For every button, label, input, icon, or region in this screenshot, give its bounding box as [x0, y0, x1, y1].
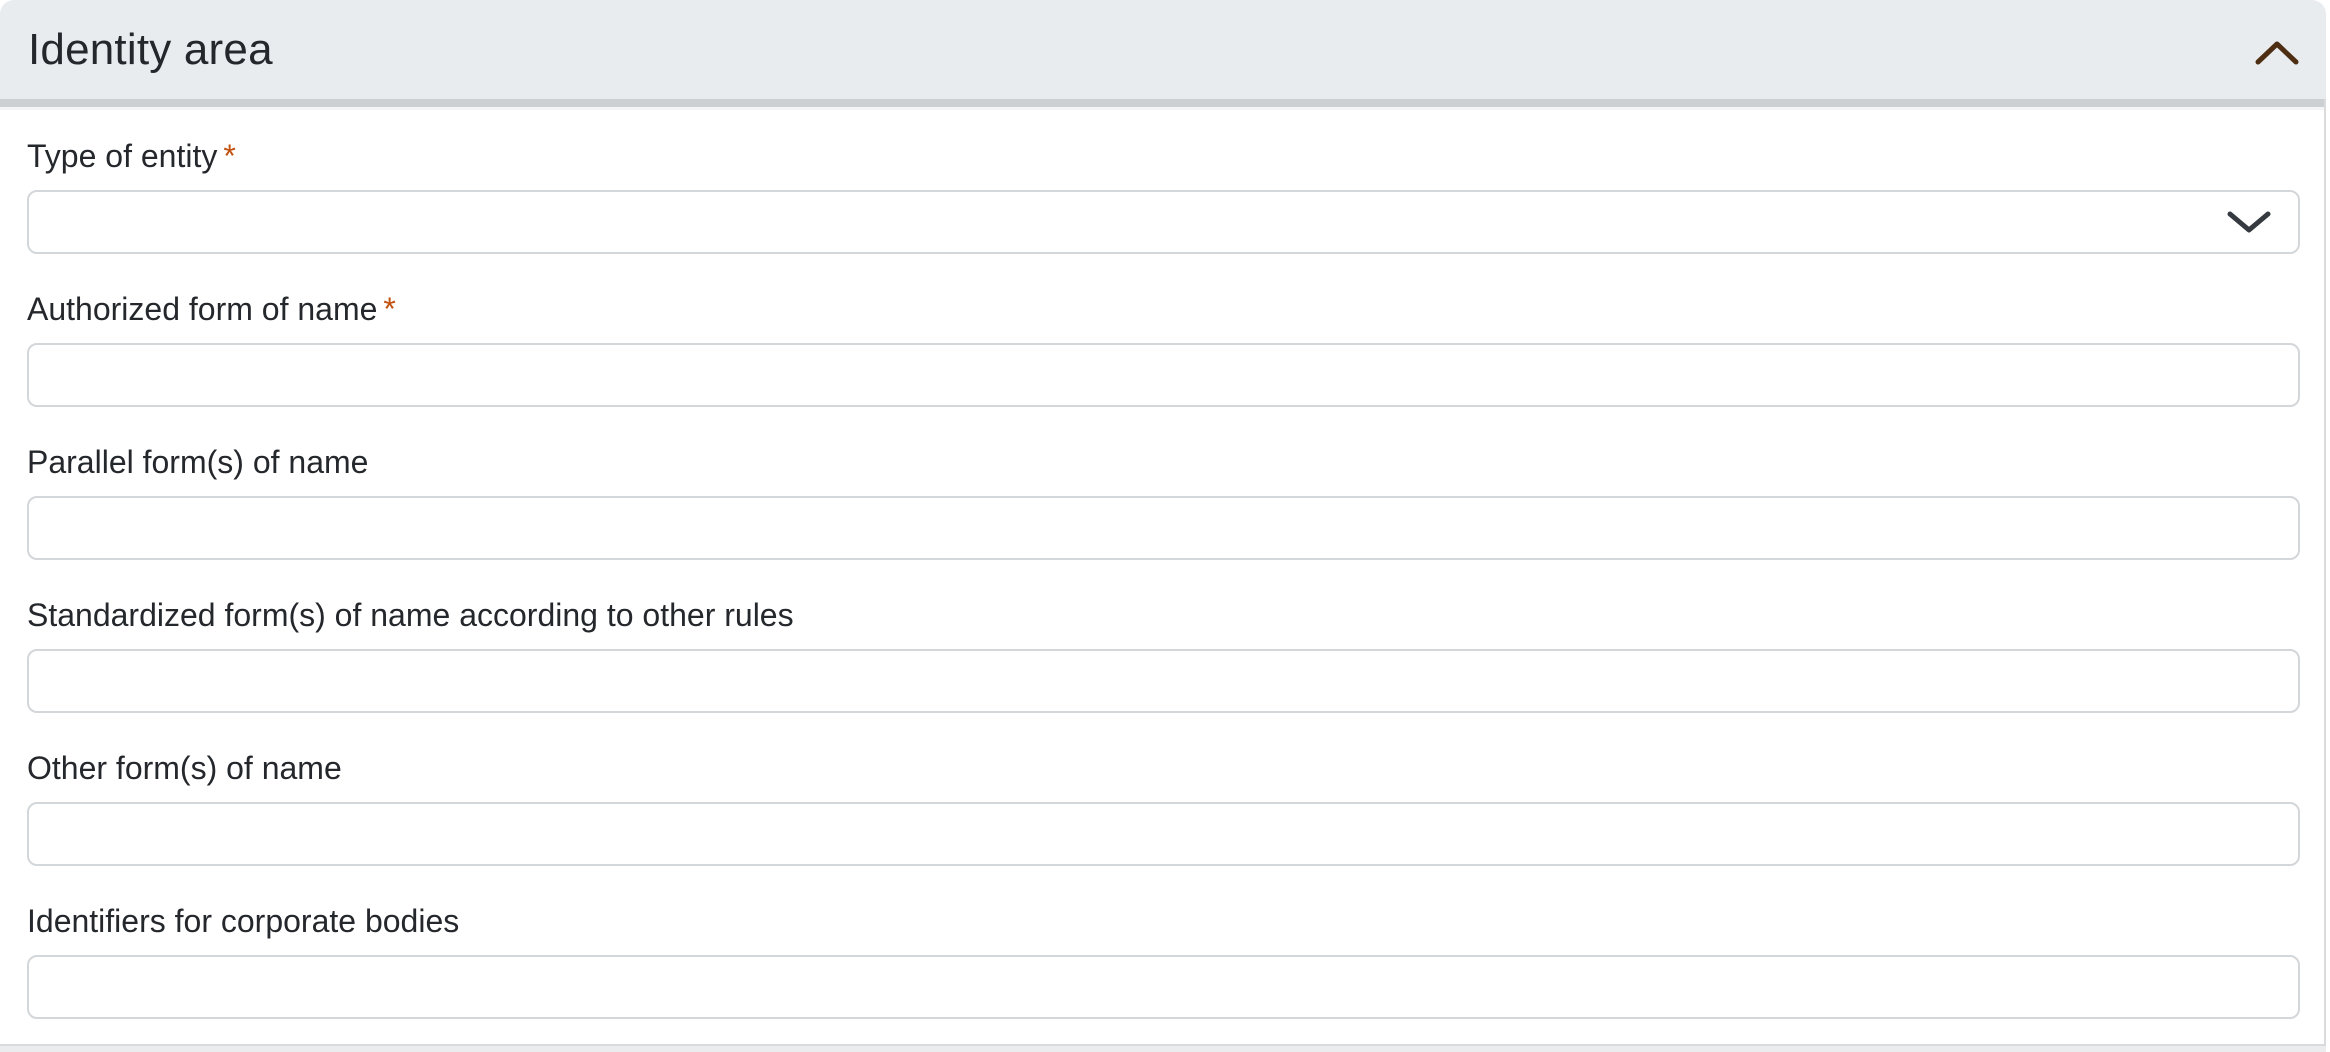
required-asterisk: * [377, 291, 395, 327]
type-of-entity-select[interactable] [27, 190, 2300, 254]
other-forms-of-name-label: Other form(s) of name [27, 749, 2300, 787]
field-identifiers-for-corporate-bodies: Identifiers for corporate bodies [27, 902, 2300, 1019]
identity-area-section: Identity area Type of entity* Authorized… [0, 0, 2328, 1052]
next-accordion-header-partial[interactable] [0, 1044, 2326, 1052]
identity-area-form: Type of entity* Authorized form of name*… [0, 110, 2326, 1019]
identifiers-for-corporate-bodies-label: Identifiers for corporate bodies [27, 902, 2300, 940]
parallel-forms-of-name-input[interactable] [27, 496, 2300, 560]
required-asterisk: * [217, 138, 235, 174]
label-text: Type of entity [27, 138, 217, 174]
type-of-entity-label: Type of entity* [27, 137, 2300, 175]
chevron-up-icon [2254, 38, 2300, 68]
standardized-forms-of-name-label: Standardized form(s) of name according t… [27, 596, 2300, 634]
field-authorized-form-of-name: Authorized form of name* [27, 290, 2300, 407]
label-text: Authorized form of name [27, 291, 377, 327]
authorized-form-of-name-input[interactable] [27, 343, 2300, 407]
label-text: Standardized form(s) of name according t… [27, 597, 794, 633]
label-text: Other form(s) of name [27, 750, 342, 786]
section-title: Identity area [28, 25, 273, 75]
standardized-forms-of-name-input[interactable] [27, 649, 2300, 713]
header-divider [0, 99, 2326, 107]
field-other-forms-of-name: Other form(s) of name [27, 749, 2300, 866]
other-forms-of-name-input[interactable] [27, 802, 2300, 866]
card-right-border [2324, 99, 2326, 1052]
authorized-form-of-name-label: Authorized form of name* [27, 290, 2300, 328]
field-type-of-entity: Type of entity* [27, 137, 2300, 254]
field-parallel-forms-of-name: Parallel form(s) of name [27, 443, 2300, 560]
parallel-forms-of-name-label: Parallel form(s) of name [27, 443, 2300, 481]
field-standardized-forms-of-name: Standardized form(s) of name according t… [27, 596, 2300, 713]
identifiers-for-corporate-bodies-input[interactable] [27, 955, 2300, 1019]
identity-area-header-button[interactable]: Identity area [0, 0, 2326, 99]
label-text: Parallel form(s) of name [27, 444, 368, 480]
label-text: Identifiers for corporate bodies [27, 903, 459, 939]
